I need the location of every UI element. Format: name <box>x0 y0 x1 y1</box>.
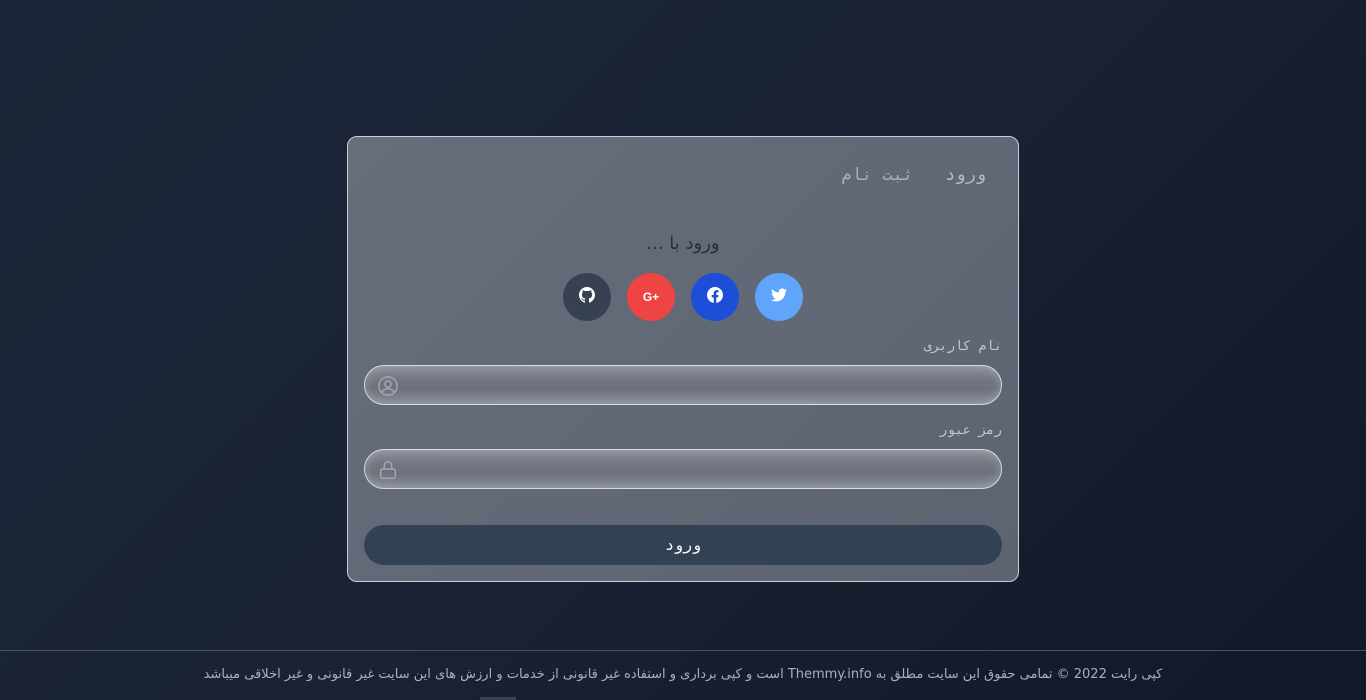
google-plus-button[interactable]: G+ <box>627 273 675 321</box>
password-field <box>364 449 1002 489</box>
facebook-button[interactable] <box>691 273 739 321</box>
username-input[interactable] <box>365 366 1001 404</box>
user-circle-icon <box>377 375 399 397</box>
tab-register[interactable]: ثبت نام <box>841 165 913 185</box>
login-submit-button[interactable]: ورود <box>364 525 1002 565</box>
github-icon <box>579 287 595 307</box>
tab-login[interactable]: ورود <box>945 165 986 185</box>
footer: کپی رایت 2022 © تمامی حقوق این سایت مطلق… <box>0 650 1366 700</box>
copyright-text: کپی رایت 2022 © تمامی حقوق این سایت مطلق… <box>203 667 1163 682</box>
social-buttons: G+ <box>348 273 1018 321</box>
twitter-icon <box>771 287 787 307</box>
twitter-button[interactable] <box>755 273 803 321</box>
google-plus-icon: G+ <box>642 290 660 304</box>
password-label: رمز عبور <box>939 423 1002 438</box>
github-button[interactable] <box>563 273 611 321</box>
username-field <box>364 365 1002 405</box>
page: ورود ثبت نام ورود با ... G+ نام کاربری ر… <box>0 0 1366 700</box>
social-login-heading: ورود با ... <box>646 233 720 254</box>
username-label: نام کاربری <box>923 339 1002 354</box>
auth-tabs: ورود ثبت نام <box>841 165 986 185</box>
login-card: ورود ثبت نام ورود با ... G+ نام کاربری ر… <box>347 136 1019 582</box>
password-input[interactable] <box>365 450 1001 488</box>
facebook-icon <box>707 287 723 307</box>
lock-icon <box>377 459 399 481</box>
